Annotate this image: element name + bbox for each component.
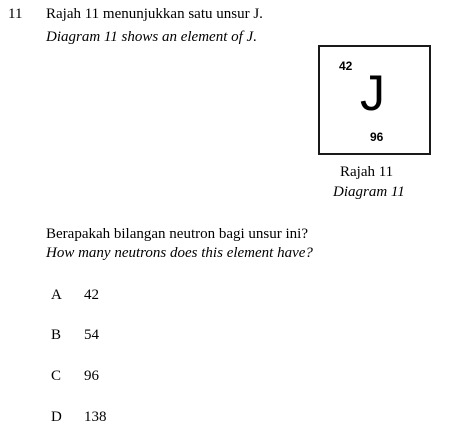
proton-number: 42: [339, 59, 353, 73]
element-diagram: 42 J 96: [318, 45, 431, 155]
option-c-letter[interactable]: C: [51, 367, 61, 385]
question-prompt-malay: Berapakah bilangan neutron bagi unsur in…: [46, 226, 309, 242]
option-d-value[interactable]: 138: [84, 408, 107, 426]
element-symbol: J: [360, 65, 385, 121]
question-stem-malay: Rajah 11 menunjukkan satu unsur J.: [46, 6, 263, 22]
question-prompt-english: How many neutrons does this element have…: [46, 245, 313, 261]
question-stem-english: Diagram 11 shows an element of J.: [46, 29, 257, 45]
option-b-value[interactable]: 54: [84, 326, 99, 344]
diagram-caption-english: Diagram 11: [333, 184, 405, 200]
nucleon-number: 96: [370, 130, 384, 144]
option-a-value[interactable]: 42: [84, 286, 99, 304]
option-a-letter[interactable]: A: [51, 286, 62, 304]
option-c-value[interactable]: 96: [84, 367, 99, 385]
question-number: 11: [8, 6, 23, 22]
option-b-letter[interactable]: B: [51, 326, 61, 344]
diagram-caption-malay: Rajah 11: [340, 164, 394, 180]
option-d-letter[interactable]: D: [51, 408, 62, 426]
